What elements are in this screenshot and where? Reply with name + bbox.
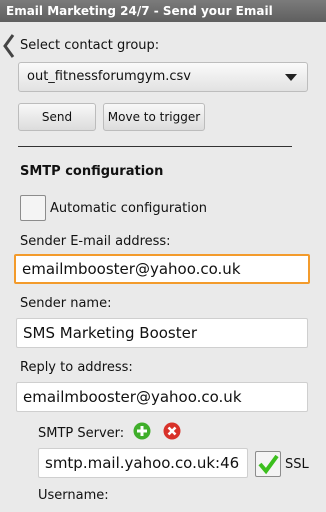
reply-to-label: Reply to address:	[20, 360, 133, 375]
move-to-trigger-button[interactable]: Move to trigger	[103, 103, 205, 131]
contact-group-selected: out_fitnessforumgym.csv	[27, 69, 191, 84]
remove-icon[interactable]	[163, 422, 181, 440]
send-button[interactable]: Send	[18, 103, 96, 131]
sender-email-field[interactable]: emailmbooster@yahoo.co.uk	[14, 254, 310, 284]
checkmark-icon	[258, 454, 279, 475]
contact-group-select[interactable]: out_fitnessforumgym.csv	[18, 62, 308, 92]
app-title-bar: Email Marketing 24/7 - Send your Email	[0, 0, 326, 22]
chevron-left-icon[interactable]	[2, 32, 16, 60]
add-icon[interactable]	[133, 422, 151, 440]
contact-group-label: Select contact group:	[20, 38, 160, 53]
automatic-configuration-label: Automatic configuration	[50, 201, 208, 216]
automatic-configuration-checkbox[interactable]	[20, 195, 46, 221]
sender-email-label: Sender E-mail address:	[20, 234, 171, 249]
dropdown-arrow-icon	[285, 74, 297, 81]
ssl-label: SSL	[285, 457, 309, 472]
smtp-server-field[interactable]: smtp.mail.yahoo.co.uk:46	[38, 448, 248, 478]
smtp-server-label: SMTP Server:	[38, 426, 125, 441]
smtp-heading: SMTP configuration	[20, 164, 164, 179]
divider	[18, 146, 292, 147]
sender-name-label: Sender name:	[20, 296, 112, 311]
reply-to-field[interactable]: emailmbooster@yahoo.co.uk	[16, 382, 308, 412]
sender-name-field[interactable]: SMS Marketing Booster	[16, 318, 308, 348]
app-title: Email Marketing 24/7 - Send your Email	[6, 4, 273, 18]
username-label: Username:	[38, 488, 109, 503]
ssl-checkbox[interactable]	[255, 451, 281, 477]
